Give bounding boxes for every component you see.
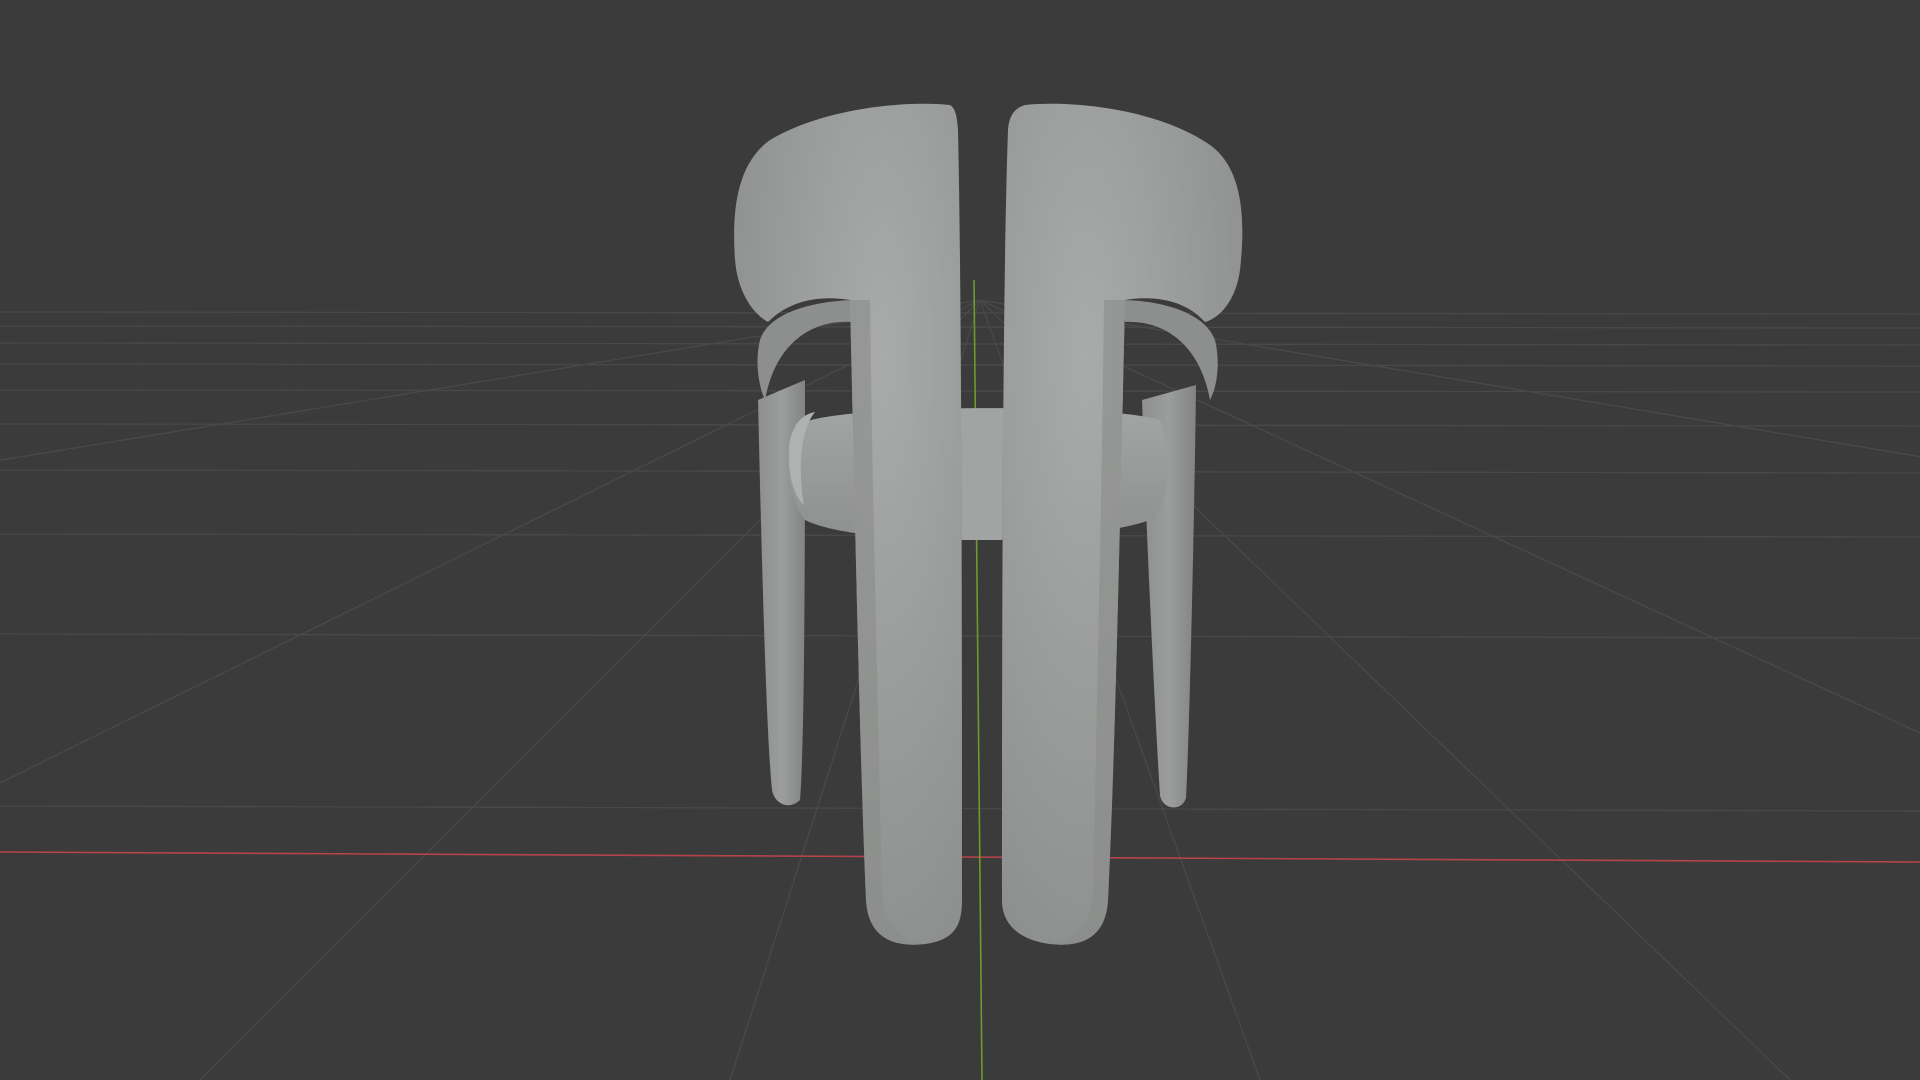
y-axis-line [973,279,983,1080]
viewport-canvas[interactable] [0,0,1920,1080]
chair-seat-center [962,410,1002,540]
3d-viewport[interactable] [0,0,1920,1080]
